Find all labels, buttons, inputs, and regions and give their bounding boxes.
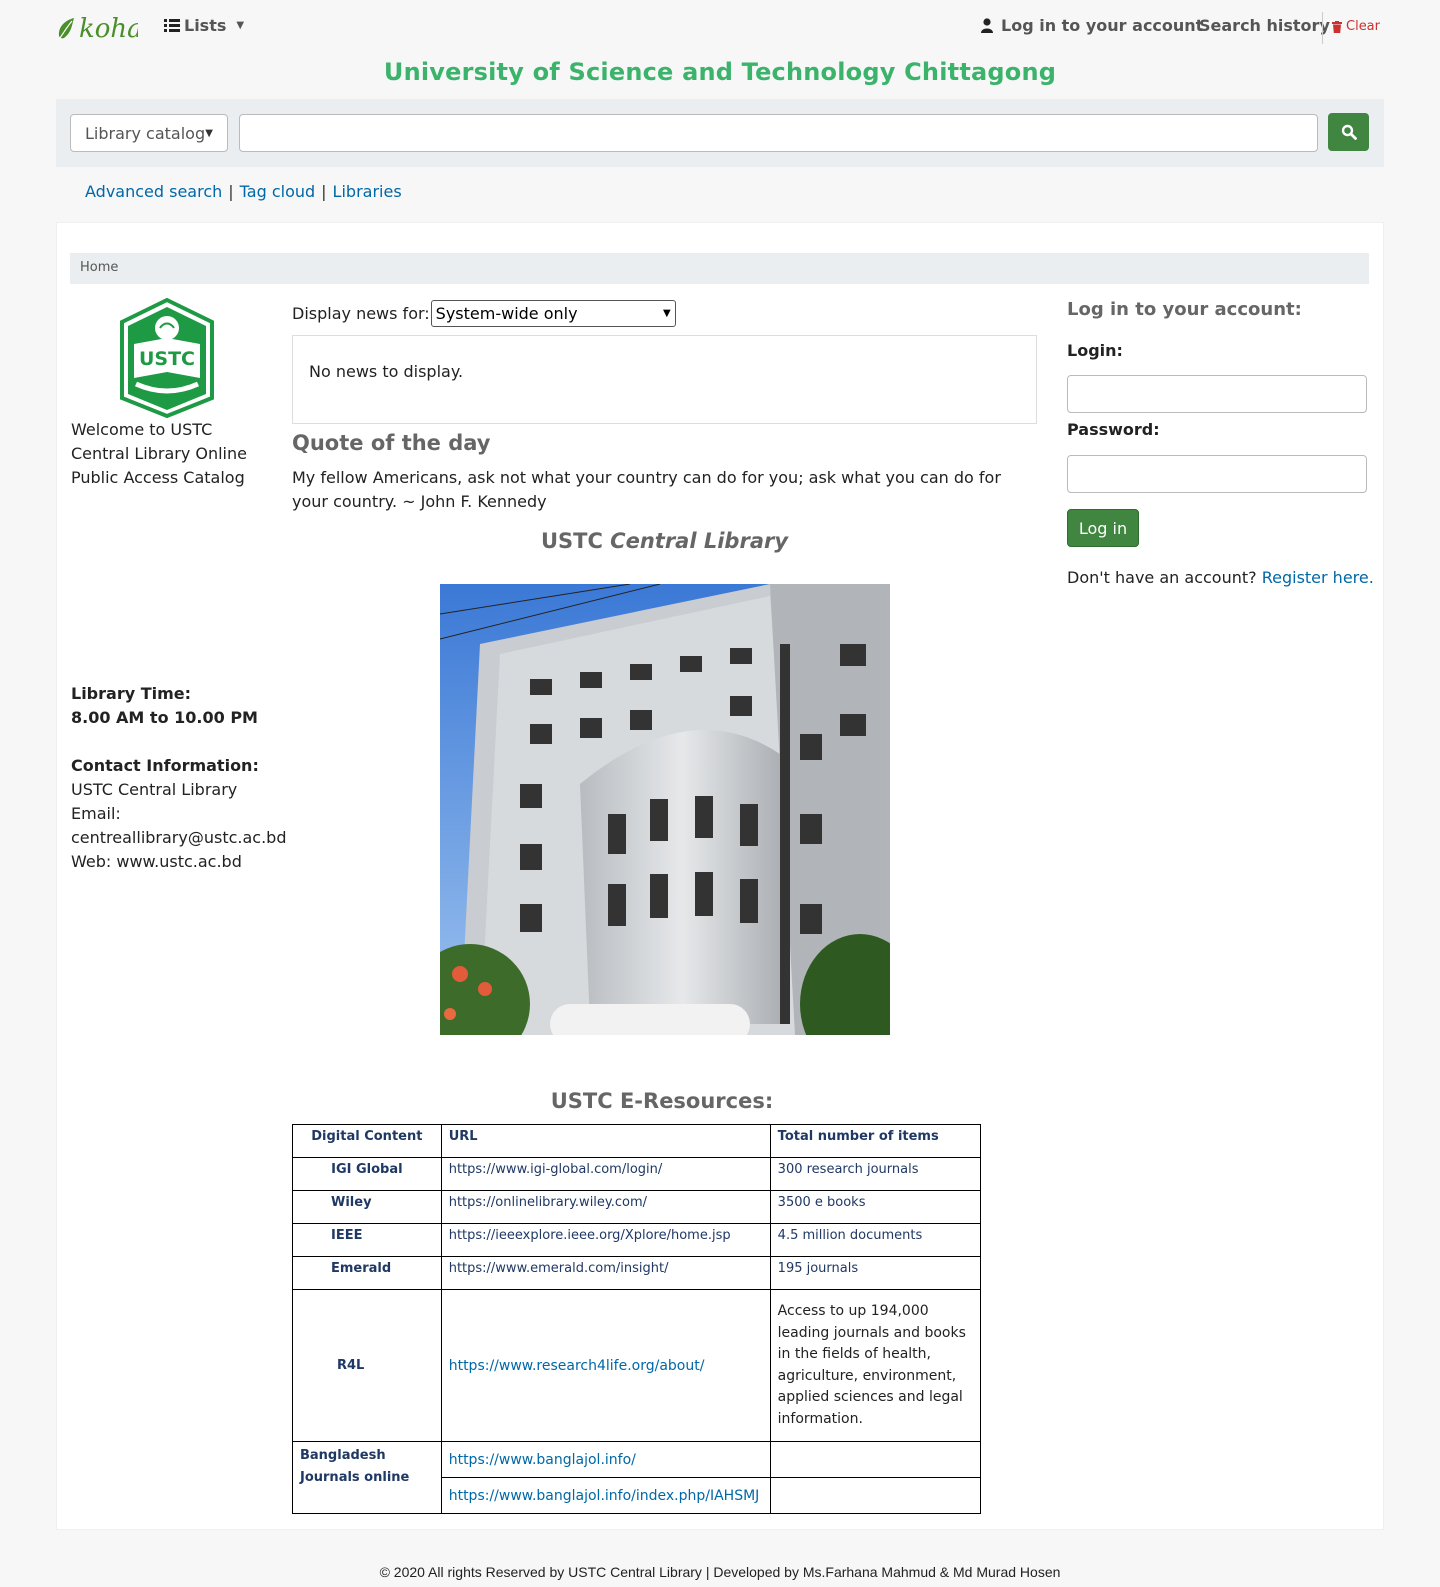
- ustc-logo: USTC: [116, 297, 218, 419]
- e-resources-table: Digital Content URL Total number of item…: [292, 1124, 982, 1514]
- caret-down-icon: ▼: [236, 20, 245, 31]
- login-username-input[interactable]: [1067, 375, 1367, 413]
- lists-label: Lists: [184, 16, 227, 35]
- resource-name: Emerald: [292, 1256, 442, 1290]
- news-box: No news to display.: [292, 335, 1037, 424]
- login-label: Login:: [1067, 341, 1123, 360]
- search-icon: [1341, 124, 1357, 140]
- libraries-link[interactable]: Libraries: [333, 182, 402, 201]
- footer-copyright: © 2020 All rights Reserved by USTC Centr…: [379, 1564, 1061, 1580]
- quote-heading: Quote of the day: [292, 431, 491, 455]
- contact-info-label: Contact Information:: [71, 756, 259, 775]
- news-filter: Display news for: System-wide only ▼: [292, 300, 676, 327]
- search-input[interactable]: [239, 114, 1318, 152]
- resource-name: R4L: [292, 1289, 442, 1442]
- resource-items: 4.5 million documents: [769, 1223, 982, 1257]
- column-header: URL: [440, 1124, 771, 1158]
- chevron-down-icon: ▼: [662, 308, 671, 319]
- link-separator: |: [228, 182, 234, 201]
- table-row: Bangladesh Journals online https://www.b…: [292, 1441, 982, 1514]
- breadcrumb-home-link[interactable]: Home: [80, 260, 118, 275]
- no-news-text: No news to display.: [309, 362, 464, 381]
- login-panel-heading: Log in to your account:: [1067, 299, 1302, 320]
- header-divider: [1322, 12, 1323, 44]
- search-button[interactable]: [1328, 113, 1369, 151]
- column-header: Digital Content: [292, 1124, 442, 1158]
- search-history-link[interactable]: Search history: [1199, 16, 1330, 35]
- resource-items: 3500 e books: [769, 1190, 982, 1224]
- catalog-select[interactable]: Library catalog ▼: [70, 114, 228, 152]
- resource-url-link[interactable]: https://www.banglajol.info/: [449, 1452, 636, 1468]
- resource-url-link[interactable]: https://www.emerald.com/insight/: [449, 1261, 669, 1276]
- header-navbar: koha Lists ▼ Log in to your account Sear…: [0, 0, 1440, 56]
- e-resources-heading: USTC E-Resources:: [550, 1089, 774, 1113]
- resource-name: Bangladesh Journals online: [292, 1441, 442, 1514]
- library-name-title: University of Science and Technology Chi…: [383, 58, 1057, 86]
- login-button[interactable]: Log in: [1067, 509, 1139, 547]
- search-bar: Library catalog ▼: [56, 99, 1384, 167]
- table-row: IEEE https://ieeexplore.ieee.org/Xplore/…: [292, 1223, 982, 1257]
- advanced-search-link[interactable]: Advanced search: [85, 182, 222, 201]
- resource-url-link[interactable]: https://ieeexplore.ieee.org/Xplore/home.…: [449, 1228, 731, 1243]
- news-filter-label: Display news for:: [292, 304, 430, 323]
- news-library-select[interactable]: System-wide only ▼: [430, 300, 676, 327]
- table-row: Emerald https://www.emerald.com/insight/…: [292, 1256, 982, 1290]
- resource-url-link[interactable]: https://www.banglajol.info/index.php/IAH…: [449, 1488, 760, 1504]
- resource-items-empty: [769, 1477, 982, 1514]
- link-separator: |: [321, 182, 327, 201]
- list-icon: [164, 19, 180, 32]
- login-account-link[interactable]: Log in to your account: [981, 16, 1203, 35]
- chevron-down-icon: ▼: [205, 127, 213, 139]
- resource-items: 195 journals: [769, 1256, 982, 1290]
- koha-leaf-icon: koha: [58, 14, 138, 44]
- library-info: Library Time: 8.00 AM to 10.00 PM Contac…: [71, 682, 286, 874]
- no-account-text: Don't have an account?: [1067, 568, 1257, 587]
- register-prompt: Don't have an account? Register here.: [1067, 568, 1374, 587]
- contact-name: USTC Central Library: [71, 780, 238, 799]
- table-row: R4L https://www.research4life.org/about/…: [292, 1289, 982, 1442]
- clear-label: Clear: [1346, 19, 1380, 34]
- table-row: Wiley https://onlinelibrary.wiley.com/ 3…: [292, 1190, 982, 1224]
- news-select-value: System-wide only: [435, 304, 578, 323]
- library-time-label: Library Time:: [71, 684, 192, 703]
- trash-icon: [1332, 20, 1342, 33]
- quote-text: My fellow Americans, ask not what your c…: [292, 468, 1001, 511]
- resource-items: Access to up 194,000 leading journals an…: [769, 1289, 982, 1442]
- central-heading-italic: Central Library: [610, 529, 789, 553]
- table-row: IGI Global https://www.igi-global.com/lo…: [292, 1157, 982, 1191]
- library-building-photo: [440, 584, 890, 1035]
- welcome-text: Welcome to USTC Central Library Online P…: [71, 420, 247, 487]
- clear-history-link[interactable]: Clear: [1332, 19, 1380, 34]
- email-label: Email:: [71, 804, 121, 823]
- catalog-select-value: Library catalog: [85, 123, 206, 143]
- svg-text:USTC: USTC: [139, 348, 195, 370]
- login-account-label: Log in to your account: [1001, 16, 1204, 35]
- resource-url-link[interactable]: https://www.igi-global.com/login/: [449, 1162, 663, 1177]
- breadcrumb: Home: [70, 253, 1369, 284]
- more-searches-links: Advanced search | Tag cloud | Libraries: [85, 182, 402, 201]
- resource-name: IGI Global: [292, 1157, 442, 1191]
- central-heading-prefix: USTC: [540, 529, 603, 553]
- resource-url-link[interactable]: https://www.research4life.org/about/: [449, 1358, 705, 1374]
- web-text: Web: www.ustc.ac.bd: [71, 852, 242, 871]
- column-header: Total number of items: [769, 1124, 982, 1158]
- library-time-value: 8.00 AM to 10.00 PM: [71, 708, 258, 727]
- login-password-input[interactable]: [1067, 455, 1367, 493]
- resource-name: IEEE: [292, 1223, 442, 1257]
- register-link[interactable]: Register here.: [1262, 568, 1374, 587]
- email-value: centreallibrary@ustc.ac.bd: [71, 828, 287, 847]
- central-library-heading: USTC Central Library: [292, 529, 1037, 553]
- resource-url-link[interactable]: https://onlinelibrary.wiley.com/: [449, 1195, 647, 1210]
- user-icon: [981, 18, 993, 33]
- svg-text:koha: koha: [79, 14, 138, 44]
- resource-name: Wiley: [292, 1190, 442, 1224]
- table-header-row: Digital Content URL Total number of item…: [292, 1124, 982, 1158]
- lists-dropdown-button[interactable]: Lists ▼: [164, 16, 244, 35]
- password-label: Password:: [1067, 420, 1160, 439]
- resource-items: 300 research journals: [769, 1157, 982, 1191]
- tag-cloud-link[interactable]: Tag cloud: [240, 182, 316, 201]
- koha-logo[interactable]: koha: [56, 12, 138, 44]
- resource-items: [769, 1441, 982, 1478]
